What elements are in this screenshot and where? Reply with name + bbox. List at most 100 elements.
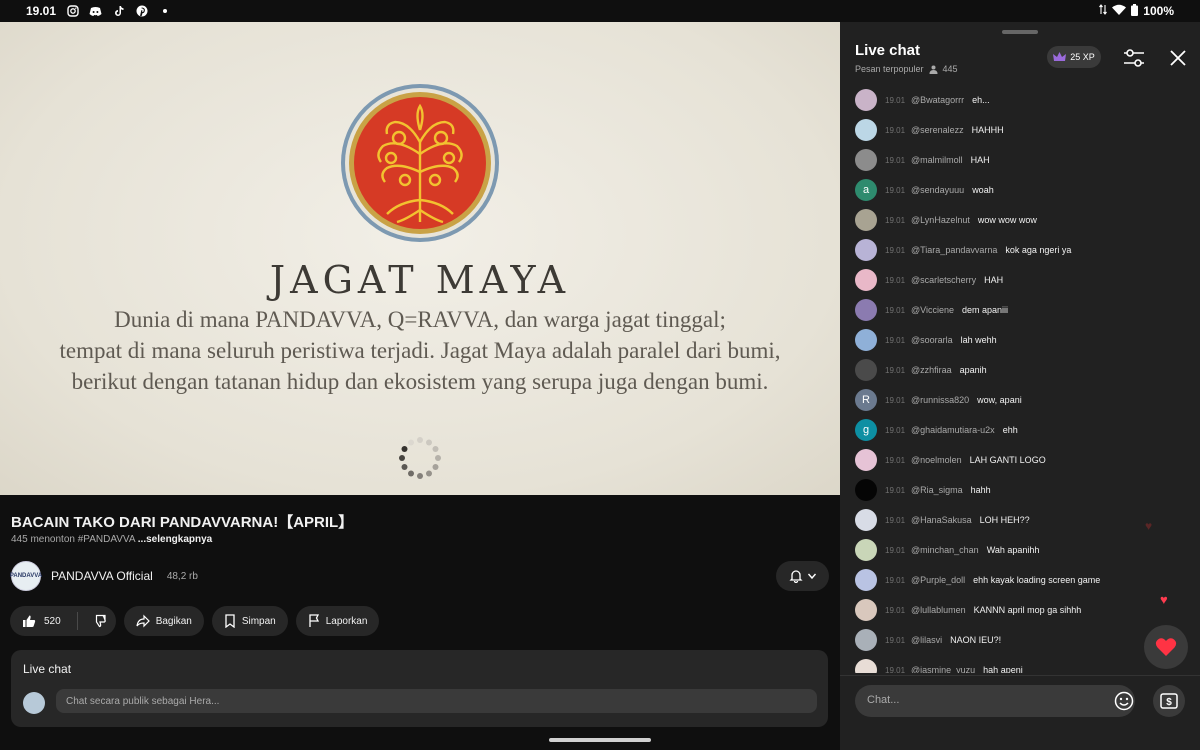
chat-message[interactable]: 19.01 @lullablumen KANNN april mop ga sihh… [855, 599, 1185, 621]
chat-message[interactable]: 19.01 @malmilmoll HAH [855, 149, 1185, 171]
chat-message-list[interactable]: 19.01 @Bwatagorrr eh... 19.01 @serenalezz HAH… [840, 79, 1200, 673]
chat-username[interactable]: @HanaSakusa [911, 515, 972, 525]
show-more-link[interactable]: ...selengkapnya [138, 534, 212, 545]
chat-username[interactable]: @serenalezz [911, 125, 964, 135]
chat-message[interactable]: R 19.01 @runnissa820 wow, apani [855, 389, 1185, 411]
heart-reaction-button[interactable] [1144, 625, 1188, 669]
drag-handle[interactable] [1002, 30, 1038, 34]
video-player[interactable]: JAGAT MAYA Dunia di mana PANDAVVA, Q=RAV… [0, 22, 840, 495]
chat-message[interactable]: 19.01 @minchan_chan Wah apanihh [855, 539, 1185, 561]
chat-message[interactable]: 19.01 @lilasvi NAON IEU?! [855, 629, 1185, 651]
super-chat-button[interactable]: $ [1153, 685, 1185, 717]
channel-row[interactable]: PANDAVVA PANDAVVA Official 48,2 rb [10, 561, 198, 591]
chat-user-avatar[interactable] [855, 149, 877, 171]
chat-username[interactable]: @soorarla [911, 335, 953, 345]
chat-username[interactable]: @zzhfiraa [911, 365, 952, 375]
chat-username[interactable]: @Tiara_pandavvarna [911, 245, 997, 255]
dislike-button[interactable] [84, 606, 116, 636]
filter-settings-icon[interactable] [1123, 48, 1145, 68]
discord-icon [89, 5, 102, 18]
chat-user-avatar[interactable] [855, 569, 877, 591]
chat-message[interactable]: 19.01 @Bwatagorrr eh... [855, 89, 1185, 111]
report-button[interactable]: Laporkan [295, 606, 380, 636]
chat-user-avatar[interactable] [855, 359, 877, 381]
chat-user-avatar[interactable] [855, 209, 877, 231]
chat-username[interactable]: @lilasvi [911, 635, 942, 645]
chat-message[interactable]: 19.01 @HanaSakusa LOH HEH?? [855, 509, 1185, 531]
crown-icon [1053, 52, 1067, 61]
chat-message[interactable]: 19.01 @zzhfiraa apanih [855, 359, 1185, 381]
chat-user-avatar[interactable] [855, 629, 877, 651]
chat-message[interactable]: 19.01 @noelmolen LAH GANTI LOGO [855, 449, 1185, 471]
chat-message-text: woah [972, 185, 994, 195]
chat-user-avatar[interactable] [855, 119, 877, 141]
chat-message[interactable]: a 19.01 @sendayuuu woah [855, 179, 1185, 201]
emoji-icon[interactable] [1114, 691, 1134, 711]
notification-bell-button[interactable] [776, 561, 829, 591]
chat-username[interactable]: @ghaidamutiara-u2x [911, 425, 995, 435]
chat-username[interactable]: @Bwatagorrr [911, 95, 964, 105]
chat-user-avatar[interactable] [855, 449, 877, 471]
chat-username[interactable]: @runnissa820 [911, 395, 969, 405]
chat-user-avatar[interactable]: a [855, 179, 877, 201]
chat-user-avatar[interactable] [855, 599, 877, 621]
chat-user-avatar[interactable]: R [855, 389, 877, 411]
like-count: 520 [44, 615, 61, 627]
chat-username[interactable]: @jasmine_yuzu [911, 665, 975, 673]
chat-message[interactable]: 19.01 @LynHazelnut wow wow wow [855, 209, 1185, 231]
chat-message-text: ehh [1002, 425, 1018, 435]
chat-input[interactable]: Chat... [855, 685, 1135, 717]
chat-user-avatar[interactable]: g [855, 419, 877, 441]
chat-user-avatar[interactable] [855, 509, 877, 531]
divider [840, 675, 1200, 676]
chat-message-time: 19.01 [885, 335, 906, 345]
chat-message-text: HAHHH [971, 125, 1004, 135]
share-button[interactable]: Bagikan [123, 606, 204, 636]
chat-user-avatar[interactable] [855, 239, 877, 261]
chat-message[interactable]: 19.01 @soorarla lah wehh [855, 329, 1185, 351]
chat-message[interactable]: 19.01 @serenalezz HAHHH [855, 119, 1185, 141]
chat-username[interactable]: @LynHazelnut [911, 215, 970, 225]
chat-username[interactable]: @sendayuuu [911, 185, 964, 195]
chat-message[interactable]: g 19.01 @ghaidamutiara-u2x ehh [855, 419, 1185, 441]
chat-user-avatar[interactable] [855, 329, 877, 351]
chat-user-avatar[interactable] [855, 539, 877, 561]
chat-user-avatar[interactable] [855, 479, 877, 501]
chat-message[interactable]: 19.01 @Purple_doll ehh kayak loading scree… [855, 569, 1185, 591]
gesture-nav-bar[interactable] [549, 738, 651, 742]
chat-username[interactable]: @scarletscherry [911, 275, 976, 285]
chat-subtitle[interactable]: Pesan terpopuler 445 [855, 64, 958, 74]
save-button[interactable]: Simpan [211, 606, 288, 636]
hashtag-link[interactable]: #PANDAVVA [78, 534, 135, 545]
chat-username[interactable]: @Purple_doll [911, 575, 965, 585]
chat-username[interactable]: @Ria_sigma [911, 485, 963, 495]
data-transfer-icon [1099, 4, 1108, 18]
channel-avatar[interactable]: PANDAVVA [10, 561, 42, 591]
xp-badge[interactable]: 25 XP [1047, 46, 1101, 68]
chat-message[interactable]: 19.01 @Vicciene dem apaniii [855, 299, 1185, 321]
chat-message[interactable]: 19.01 @scarletscherry HAH [855, 269, 1185, 291]
chat-message-time: 19.01 [885, 155, 906, 165]
chat-mode[interactable]: Pesan terpopuler [855, 64, 924, 74]
bell-icon [788, 570, 803, 583]
chat-username[interactable]: @malmilmoll [911, 155, 963, 165]
chat-message[interactable]: 19.01 @Ria_sigma hahh [855, 479, 1185, 501]
save-label: Simpan [241, 615, 276, 627]
close-icon[interactable] [1168, 48, 1188, 68]
live-chat-card[interactable]: Live chat Chat secara publik sebagai Her… [11, 650, 828, 727]
chat-user-avatar[interactable] [855, 299, 877, 321]
chat-message-time: 19.01 [885, 575, 906, 585]
live-chat-card-input[interactable]: Chat secara publik sebagai Hera... [56, 689, 817, 713]
chat-user-avatar[interactable] [855, 659, 877, 673]
chat-username[interactable]: @Vicciene [911, 305, 954, 315]
chat-message[interactable]: 19.01 @jasmine_yuzu hah apeni [855, 659, 1185, 673]
chat-username[interactable]: @lullablumen [911, 605, 966, 615]
chat-user-avatar[interactable] [855, 89, 877, 111]
chat-username[interactable]: @minchan_chan [911, 545, 979, 555]
loading-spinner-icon [399, 437, 441, 479]
chat-username[interactable]: @noelmolen [911, 455, 962, 465]
chat-message[interactable]: 19.01 @Tiara_pandavvarna kok aga ngeri ya [855, 239, 1185, 261]
chat-user-avatar[interactable] [855, 269, 877, 291]
like-button[interactable]: 520 [10, 606, 71, 636]
channel-name[interactable]: PANDAVVA Official [51, 569, 153, 583]
